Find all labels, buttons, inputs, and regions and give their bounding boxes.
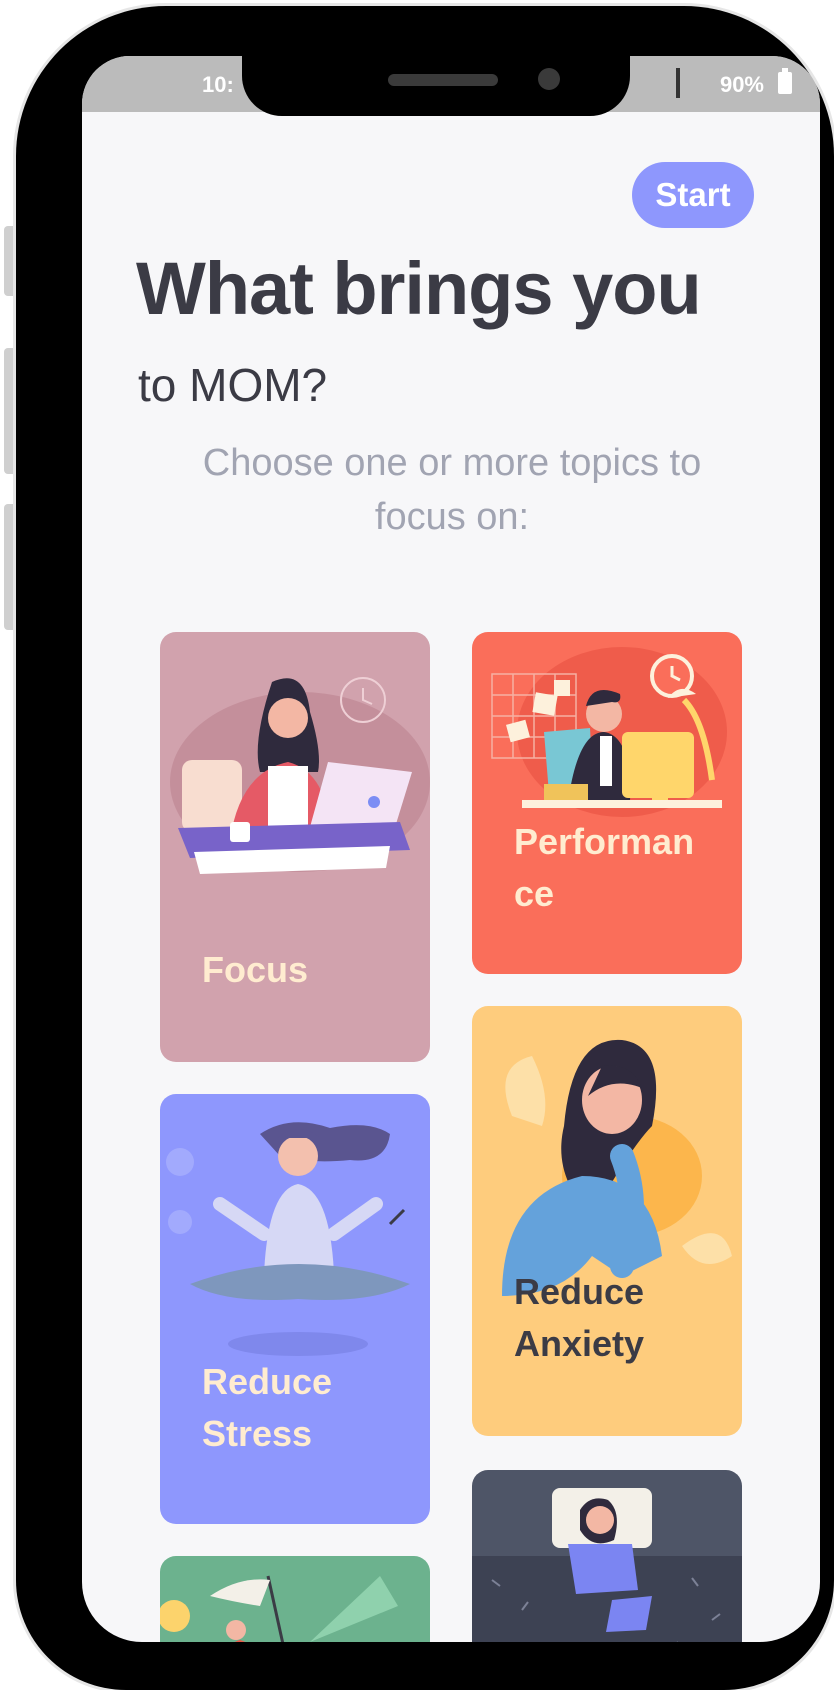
anxious-woman-illustration — [502, 1039, 732, 1296]
card-label-line1: Performan — [514, 821, 695, 862]
topic-card-reduce-stress[interactable]: Reduce Stress — [160, 1094, 430, 1524]
woman-at-laptop-illustration — [170, 677, 430, 874]
card-label-line1: Reduce — [202, 1361, 333, 1402]
subtitle-line2: focus on: — [374, 496, 530, 538]
topic-card-reduce-anxiety[interactable]: Reduce Anxiety — [472, 1006, 742, 1436]
battery-icon — [778, 68, 792, 94]
flag-climber-illustration — [160, 1575, 398, 1642]
topic-card-sleep[interactable] — [472, 1470, 742, 1642]
card-label-line1: Reduce — [514, 1271, 645, 1312]
screen: 10: 90% Start What brings you to MOM? Ch… — [82, 56, 820, 1642]
phone-frame: 10: 90% Start What brings you to MOM? Ch… — [16, 6, 834, 1690]
card-label-line2: ce — [514, 873, 555, 914]
status-time: 10: — [202, 72, 234, 97]
page-title: What brings you — [136, 247, 702, 330]
page-title-line2: to MOM? — [138, 359, 328, 411]
card-label-line2: Stress — [202, 1413, 313, 1454]
page-subtitle: Choose one or more topics to focus on: — [142, 436, 762, 544]
battery-percent: 90% — [719, 72, 764, 97]
card-label-line2: Anxiety — [514, 1323, 645, 1364]
card-label-line1: Focus — [202, 949, 309, 990]
card-label-performance: Performan ce — [514, 816, 694, 920]
speaker-grille — [388, 74, 498, 86]
front-camera-icon — [538, 68, 560, 90]
topic-card-focus[interactable]: Focus — [160, 632, 430, 1062]
card-label-reduce-stress: Reduce Stress — [202, 1356, 332, 1460]
status-separator — [676, 68, 680, 98]
sleeping-woman-illustration — [472, 1488, 742, 1642]
card-label-reduce-anxiety: Reduce Anxiety — [514, 1266, 644, 1370]
phone-notch — [242, 56, 630, 116]
man-at-desk-illustration — [491, 647, 727, 817]
card-label-focus: Focus — [202, 944, 308, 996]
topic-card-performance[interactable]: Performan ce — [472, 632, 742, 974]
start-button[interactable]: Start — [632, 162, 754, 228]
subtitle-line1: Choose one or more topics to — [202, 442, 702, 484]
topic-card-growth[interactable] — [160, 1556, 430, 1642]
